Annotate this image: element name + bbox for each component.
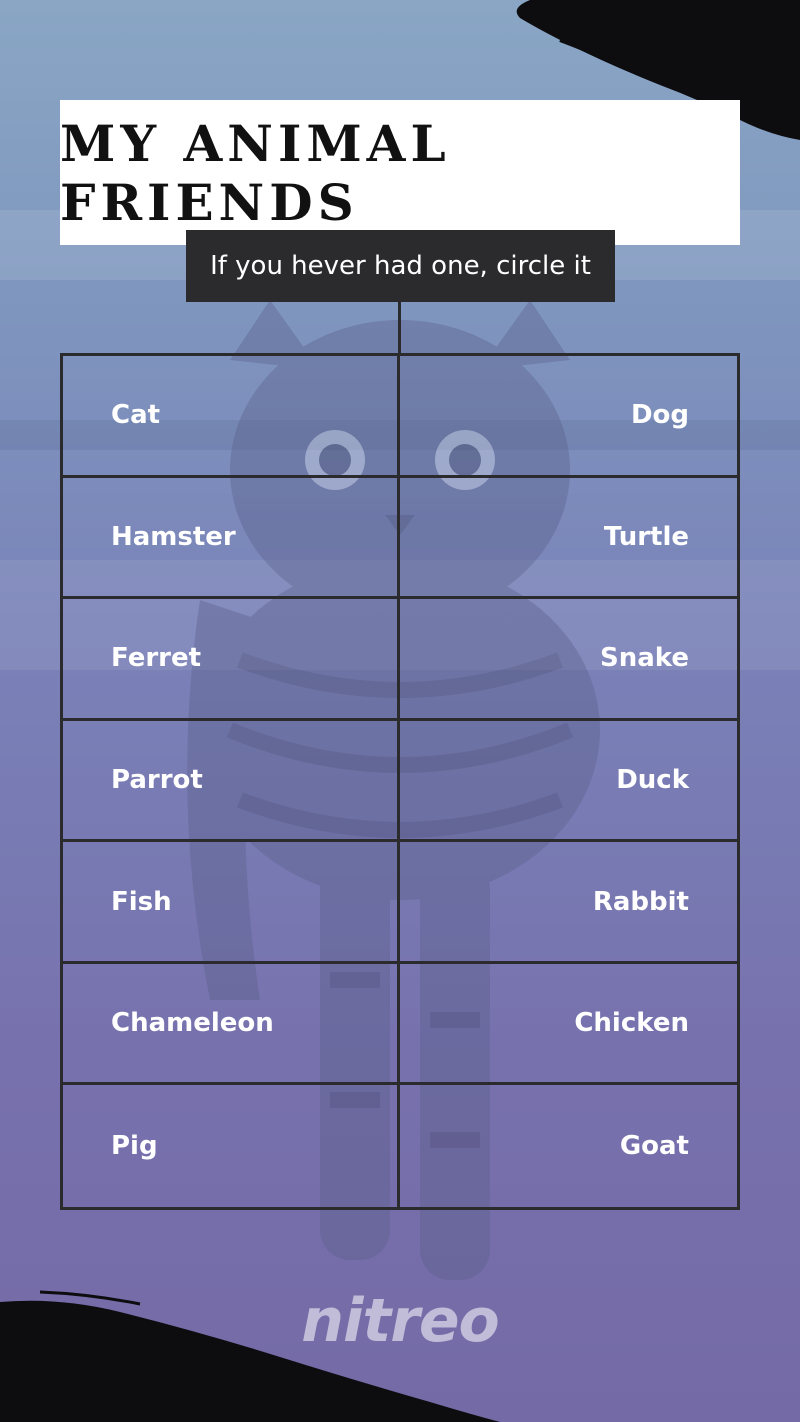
animal-cell[interactable]: Dog	[400, 356, 737, 478]
animal-label: Chameleon	[111, 1008, 274, 1039]
animal-cell[interactable]: Fish	[63, 842, 400, 964]
subtitle-banner: If you hever had one, circle it	[186, 230, 615, 302]
animal-label: Cat	[111, 400, 161, 431]
animal-grid: Cat Dog Hamster Turtle Ferret Snake Parr…	[60, 353, 740, 1210]
animal-cell[interactable]: Duck	[400, 721, 737, 843]
animal-label: Hamster	[111, 521, 236, 552]
animal-label: Rabbit	[592, 886, 689, 917]
animal-cell[interactable]: Rabbit	[400, 842, 737, 964]
nitreo-logo: nitreo	[301, 1286, 499, 1356]
animal-cell[interactable]: Goat	[400, 1085, 737, 1207]
animal-cell[interactable]: Ferret	[63, 599, 400, 721]
animal-label: Turtle	[603, 521, 689, 552]
animal-label: Duck	[616, 764, 689, 795]
page-title: MY ANIMAL FRIENDS	[60, 113, 451, 232]
animal-cell[interactable]: Cat	[63, 356, 400, 478]
animal-label: Fish	[111, 886, 172, 917]
animal-cell[interactable]: Chicken	[400, 964, 737, 1086]
subtitle-text: If you hever had one, circle it	[210, 251, 591, 281]
story-canvas: MY ANIMAL FRIENDS If you hever had one, …	[0, 0, 800, 1422]
animal-label: Parrot	[111, 764, 203, 795]
animal-label: Dog	[630, 400, 689, 431]
animal-cell[interactable]: Snake	[400, 599, 737, 721]
animal-label: Ferret	[111, 643, 202, 674]
animal-cell[interactable]: Chameleon	[63, 963, 400, 1086]
animal-label: Goat	[619, 1131, 689, 1162]
animal-cell[interactable]: Turtle	[400, 478, 737, 600]
animal-label: Snake	[599, 643, 689, 674]
connector-line	[398, 302, 401, 354]
title-card: MY ANIMAL FRIENDS	[60, 100, 740, 245]
animal-cell[interactable]: Pig	[63, 1085, 400, 1207]
animal-label: Chicken	[574, 1008, 689, 1039]
animal-cell[interactable]: Hamster	[63, 477, 400, 600]
animal-cell[interactable]: Parrot	[63, 720, 400, 843]
animal-label: Pig	[111, 1131, 158, 1162]
